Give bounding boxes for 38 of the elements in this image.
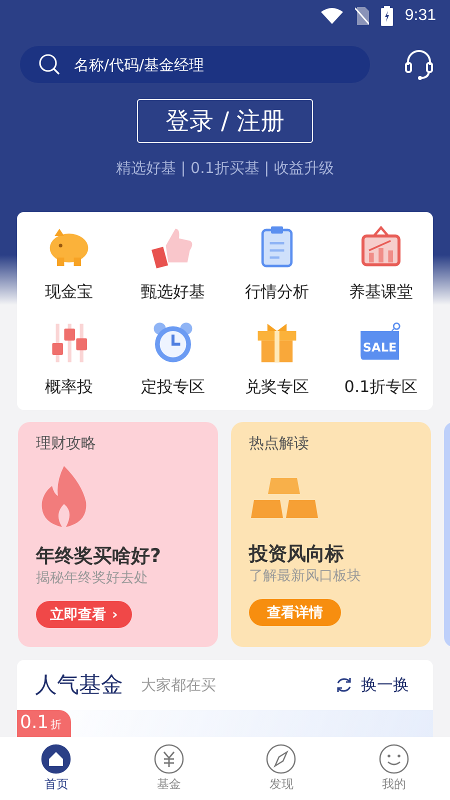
shortcut-item[interactable]: 概率投 bbox=[17, 317, 121, 398]
shortcut-item[interactable]: 现金宝 bbox=[17, 222, 121, 303]
shortcut-item[interactable]: 养基课堂 bbox=[329, 222, 433, 303]
nav-tab[interactable]: 我的 bbox=[338, 737, 450, 800]
card-category: 理财攻略 bbox=[36, 434, 97, 453]
nav-tab[interactable]: 基金 bbox=[112, 737, 225, 800]
shortcut-item[interactable]: SALE 0.1折专区 bbox=[329, 317, 433, 398]
home-icon bbox=[41, 744, 72, 774]
card-subtitle: 揭秘年终奖好去处 bbox=[36, 569, 149, 587]
refresh-button[interactable]: 换一换 bbox=[329, 674, 415, 696]
card-title: 年终奖买啥好? bbox=[36, 544, 162, 569]
ingot-stack-icon bbox=[249, 476, 319, 520]
shortcut-item[interactable]: 甄选好基 bbox=[121, 222, 225, 303]
view-button[interactable]: 立即查看 › bbox=[36, 601, 132, 628]
shortcut-item[interactable]: 行情分析 bbox=[225, 222, 329, 303]
yen-coin-icon bbox=[154, 744, 184, 774]
card-title: 投资风向标 bbox=[249, 542, 345, 567]
nav-tab[interactable]: 发现 bbox=[225, 737, 338, 800]
clock-time: 9:31 bbox=[404, 7, 436, 25]
wifi-icon bbox=[320, 8, 343, 24]
section-subtitle: 大家都在买 bbox=[141, 676, 217, 694]
headset-icon[interactable] bbox=[404, 48, 434, 80]
no-sim-icon bbox=[354, 7, 369, 25]
search-icon bbox=[38, 53, 62, 77]
tagline: 精选好基 | 0.1折买基 | 收益升级 bbox=[116, 159, 334, 178]
battery-icon bbox=[380, 6, 393, 26]
refresh-icon bbox=[335, 676, 353, 694]
login-button[interactable]: 登录 / 注册 bbox=[137, 99, 313, 143]
card-category: 热点解读 bbox=[249, 434, 310, 453]
search-field[interactable]: 名称/代码/基金经理 bbox=[20, 46, 370, 83]
shortcut-item[interactable]: 兑奖专区 bbox=[225, 317, 329, 398]
promo-card[interactable]: 热点解读 投资风向标 了解最新风口板块 查看详情 bbox=[231, 422, 431, 647]
smiley-icon bbox=[378, 744, 409, 774]
card-subtitle: 了解最新风口板块 bbox=[249, 567, 362, 585]
section-title: 人气基金 bbox=[35, 672, 123, 700]
compass-icon bbox=[266, 744, 296, 774]
promo-card[interactable]: 理财攻略 年终奖买啥好? 揭秘年终奖好去处 立即查看 › bbox=[18, 422, 218, 647]
shortcut-item[interactable]: 定投专区 bbox=[121, 317, 225, 398]
